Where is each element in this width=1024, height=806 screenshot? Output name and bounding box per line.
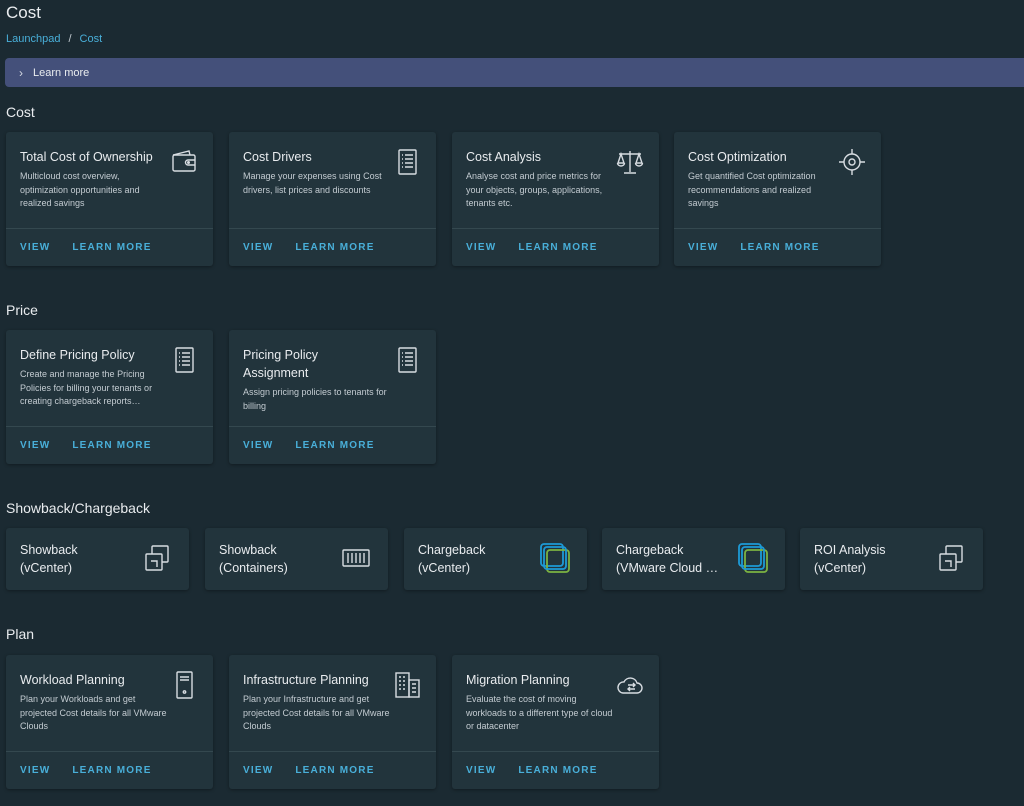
learn-more-button[interactable]: LEARN MORE xyxy=(740,242,819,253)
view-button[interactable]: VIEW xyxy=(20,440,50,451)
card-divider xyxy=(6,228,213,229)
card-divider xyxy=(229,426,436,427)
view-button[interactable]: VIEW xyxy=(243,440,273,451)
breadcrumb-cost[interactable]: Cost xyxy=(80,33,103,45)
learn-more-label: Learn more xyxy=(33,66,90,79)
tile-subtitle: (vCenter) xyxy=(20,561,73,575)
tile-subtitle: (Containers) xyxy=(219,561,288,575)
vmware-logo-icon xyxy=(737,542,769,574)
server-icon xyxy=(169,670,199,700)
section-title-price: Price xyxy=(6,302,38,318)
learn-more-expander[interactable]: › Learn more xyxy=(5,58,1024,87)
balance-scale-icon xyxy=(615,147,645,177)
card-title: Cost Drivers xyxy=(243,150,312,164)
wallet-icon xyxy=(169,147,199,177)
card-divider xyxy=(452,228,659,229)
list-document-icon xyxy=(392,147,422,177)
tile-title: Chargeback xyxy=(418,543,486,557)
cloud-migrate-icon xyxy=(615,670,645,700)
tile-subtitle: (vCenter) xyxy=(418,561,471,575)
learn-more-button[interactable]: LEARN MORE xyxy=(72,765,151,776)
learn-more-button[interactable]: LEARN MORE xyxy=(295,765,374,776)
learn-more-button[interactable]: LEARN MORE xyxy=(518,765,597,776)
learn-more-button[interactable]: LEARN MORE xyxy=(295,242,374,253)
view-button[interactable]: VIEW xyxy=(466,765,496,776)
card-divider xyxy=(452,751,659,752)
card-description: Multicloud cost overview, optimization o… xyxy=(20,171,140,208)
list-document-icon xyxy=(392,345,422,375)
section-title-plan: Plan xyxy=(6,626,35,642)
view-button[interactable]: VIEW xyxy=(20,242,50,253)
tile-title: ROI Analysis xyxy=(814,543,886,557)
card-title: Workload Planning xyxy=(20,673,125,687)
containers-icon xyxy=(340,542,372,574)
card-divider xyxy=(6,751,213,752)
target-icon xyxy=(837,147,867,177)
card-description: Evaluate the cost of moving workloads to… xyxy=(466,694,613,731)
tile-chargeback-vmware-cloud-director[interactable]: Chargeback (VMware Cloud Director) xyxy=(602,528,785,590)
learn-more-button[interactable]: LEARN MORE xyxy=(295,440,374,451)
card-cost-drivers: Cost Drivers Manage your expenses using … xyxy=(229,132,436,266)
card-total-cost-of-ownership: Total Cost of Ownership Multicloud cost … xyxy=(6,132,213,266)
card-description: Manage your expenses using Cost drivers,… xyxy=(243,171,382,195)
tile-subtitle: (VMware Cloud Director) xyxy=(616,561,722,575)
tile-title: Chargeback xyxy=(616,543,684,557)
card-description: Analyse cost and price metrics for your … xyxy=(466,171,603,208)
learn-more-button[interactable]: LEARN MORE xyxy=(518,242,597,253)
card-description: Assign pricing policies to tenants for b… xyxy=(243,387,387,411)
card-description: Create and manage the Pricing Policies f… xyxy=(20,369,153,406)
card-title: Define Pricing Policy xyxy=(20,348,135,362)
view-button[interactable]: VIEW xyxy=(466,242,496,253)
tile-showback-vcenter[interactable]: Showback (vCenter) xyxy=(6,528,189,590)
card-title: Total Cost of Ownership xyxy=(20,150,153,164)
view-button[interactable]: VIEW xyxy=(20,765,50,776)
card-title: Cost Analysis xyxy=(466,150,542,164)
tile-title: Showback xyxy=(219,543,277,557)
tile-roi-analysis-vcenter[interactable]: ROI Analysis (vCenter) xyxy=(800,528,983,590)
list-document-icon xyxy=(169,345,199,375)
vmware-logo-icon xyxy=(539,542,571,574)
building-icon xyxy=(392,670,422,700)
tile-title: Showback xyxy=(20,543,78,557)
tile-showback-containers[interactable]: Showback (Containers) xyxy=(205,528,388,590)
card-description: Get quantified Cost optimization recomme… xyxy=(688,171,816,208)
card-workload-planning: Workload Planning Plan your Workloads an… xyxy=(6,655,213,789)
breadcrumb: Launchpad / Cost xyxy=(6,33,102,45)
view-button[interactable]: VIEW xyxy=(243,242,273,253)
card-cost-optimization: Cost Optimization Get quantified Cost op… xyxy=(674,132,881,266)
tile-subtitle: (vCenter) xyxy=(814,561,867,575)
page-title: Cost xyxy=(6,3,41,22)
card-title: Pricing Policy Assignment xyxy=(243,348,319,380)
card-divider xyxy=(229,751,436,752)
view-button[interactable]: VIEW xyxy=(688,242,718,253)
section-title-showback-chargeback: Showback/Chargeback xyxy=(6,500,150,516)
breadcrumb-launchpad[interactable]: Launchpad xyxy=(6,33,60,45)
card-divider xyxy=(6,426,213,427)
chevron-right-icon: › xyxy=(19,65,23,80)
learn-more-button[interactable]: LEARN MORE xyxy=(72,440,151,451)
card-migration-planning: Migration Planning Evaluate the cost of … xyxy=(452,655,659,789)
card-pricing-policy-assignment: Pricing Policy Assignment Assign pricing… xyxy=(229,330,436,464)
view-button[interactable]: VIEW xyxy=(243,765,273,776)
copy-window-icon xyxy=(935,542,967,574)
card-description: Plan your Infrastructure and get project… xyxy=(243,694,390,731)
card-infrastructure-planning: Infrastructure Planning Plan your Infras… xyxy=(229,655,436,789)
section-title-cost: Cost xyxy=(6,104,35,120)
card-description: Plan your Workloads and get projected Co… xyxy=(20,694,167,731)
card-cost-analysis: Cost Analysis Analyse cost and price met… xyxy=(452,132,659,266)
card-title: Migration Planning xyxy=(466,673,570,687)
breadcrumb-separator: / xyxy=(68,33,72,45)
card-divider xyxy=(229,228,436,229)
card-title: Infrastructure Planning xyxy=(243,673,369,687)
learn-more-button[interactable]: LEARN MORE xyxy=(72,242,151,253)
card-title: Cost Optimization xyxy=(688,150,787,164)
tile-chargeback-vcenter[interactable]: Chargeback (vCenter) xyxy=(404,528,587,590)
card-divider xyxy=(674,228,881,229)
copy-window-icon xyxy=(141,542,173,574)
card-define-pricing-policy: Define Pricing Policy Create and manage … xyxy=(6,330,213,464)
